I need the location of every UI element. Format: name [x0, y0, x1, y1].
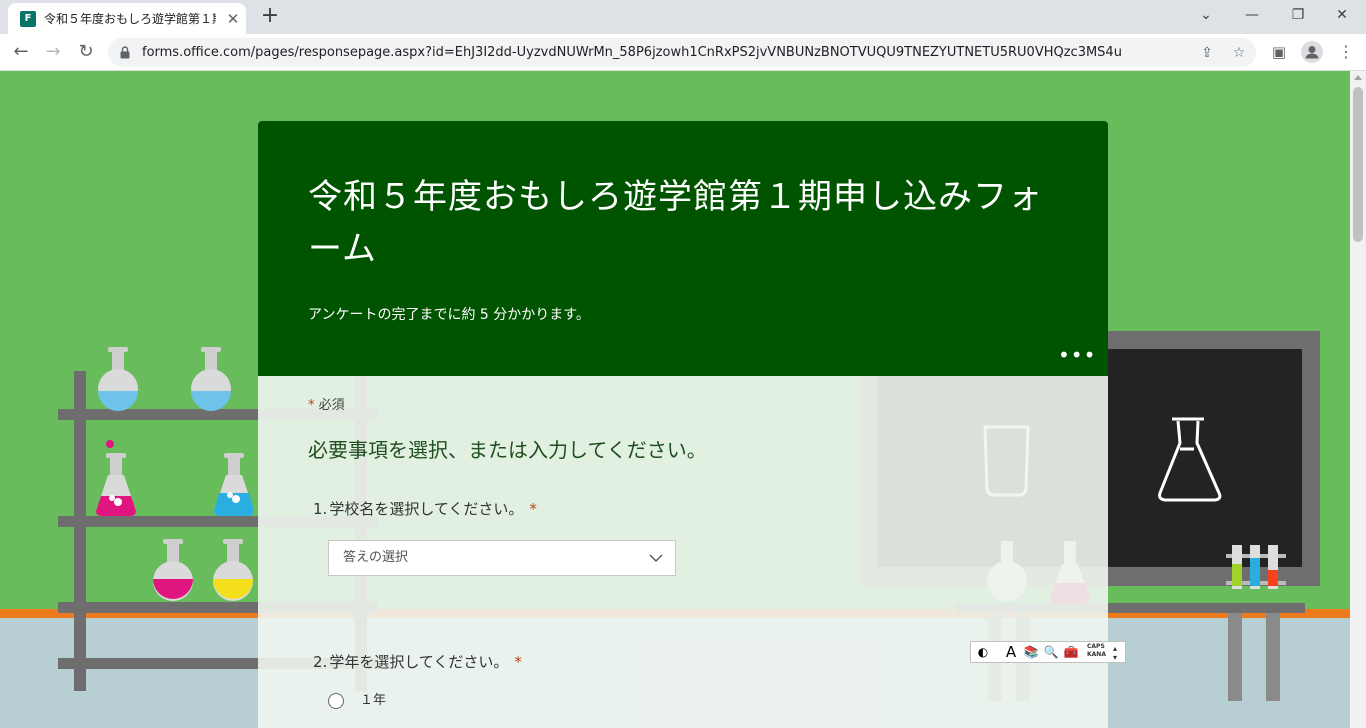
form-body: * 必須 必要事項を選択、または入力してください。 1. 学校名を選択してください… [258, 376, 1108, 728]
required-note-label: 必須 [318, 398, 345, 413]
question-number: 2. [313, 653, 328, 671]
ime-dictionary-icon[interactable]: 📚 [1023, 644, 1039, 660]
share-icon[interactable]: ⇪ [1196, 42, 1218, 64]
close-tab-icon[interactable]: ✕ [224, 10, 242, 28]
avatar[interactable] [1301, 41, 1323, 63]
browser-tab[interactable]: F 令和５年度おもしろ遊学館第１期申し込みフォーム ✕ [8, 3, 246, 34]
tab-search-icon[interactable]: ⌄ [1186, 3, 1226, 27]
browser-menu-icon[interactable]: ⋮ [1336, 40, 1356, 64]
form-title: 令和５年度おもしろ遊学館第１期申し込みフォーム [308, 177, 1043, 269]
page-scrollbar[interactable] [1350, 71, 1366, 728]
required-note: * 必須 [308, 394, 345, 413]
form-instruction: 必要事項を選択、または入力してください。 [308, 438, 707, 462]
tab-strip: F 令和５年度おもしろ遊学館第１期申し込みフォーム ✕ + ⌄ — ❐ ✕ [0, 0, 1366, 34]
chevron-down-icon [649, 554, 663, 562]
browser-toolbar: ← → ↻ forms.office.com/pages/responsepag… [0, 34, 1366, 71]
ime-caps-kana: CAPS KANA [1087, 643, 1106, 659]
form-header: 令和５年度おもしろ遊学館第１期申し込みフォーム アンケートの完了までに約 5 分… [258, 121, 1108, 376]
school-select-dropdown[interactable]: 答えの選択 [328, 540, 676, 576]
ime-toolbar: ◐ A 📚 🔍 🧰 CAPS KANA ▴ ▾ [970, 641, 1126, 663]
side-panel-icon[interactable]: ▣ [1267, 40, 1291, 64]
required-mark: * [529, 500, 537, 518]
new-tab-button[interactable]: + [258, 5, 282, 29]
question-label: 学校名を選択してください。 [329, 500, 524, 518]
back-button[interactable]: ← [8, 39, 34, 65]
ime-pad-icon[interactable]: 🔍 [1043, 644, 1059, 660]
bookmark-star-icon[interactable]: ☆ [1228, 42, 1250, 64]
question-1-title: 1. 学校名を選択してください。 * [313, 498, 537, 519]
question-label: 学年を選択してください。 [329, 653, 509, 671]
ime-input-mode-letter[interactable]: A [1003, 644, 1019, 660]
page-viewport: 令和５年度おもしろ遊学館第１期申し込みフォーム アンケートの完了までに約 5 分… [0, 71, 1350, 728]
question-2-title: 2. 学年を選択してください。 * [313, 651, 522, 672]
radio-button[interactable] [328, 693, 344, 709]
form-subtitle: アンケートの完了までに約 5 分かかります。 [308, 307, 590, 323]
ime-options-icon[interactable]: ▴ ▾ [1113, 644, 1117, 662]
scrollbar-thumb[interactable] [1353, 87, 1363, 242]
radio-label: １年 [360, 693, 387, 708]
restore-button[interactable]: ❐ [1278, 3, 1318, 27]
forms-icon: F [20, 11, 36, 27]
required-star: * [308, 398, 315, 413]
scroll-up-icon[interactable] [1354, 75, 1362, 80]
reload-button[interactable]: ↻ [73, 39, 99, 65]
required-mark: * [514, 653, 522, 671]
ime-mode-icon[interactable]: ◐ [975, 644, 991, 660]
kana-label: KANA [1087, 651, 1106, 658]
url-text: forms.office.com/pages/responsepage.aspx… [142, 45, 1122, 60]
profile-icon [1305, 46, 1319, 59]
close-window-button[interactable]: ✕ [1322, 3, 1362, 27]
more-options-icon[interactable]: ••• [1058, 343, 1095, 367]
ime-tools-icon[interactable]: 🧰 [1063, 644, 1079, 660]
caps-label: CAPS [1087, 643, 1105, 650]
lock-icon [120, 46, 130, 59]
dropdown-placeholder: 答えの選択 [343, 550, 409, 565]
forward-button[interactable]: → [40, 39, 66, 65]
address-bar[interactable]: forms.office.com/pages/responsepage.aspx… [108, 38, 1256, 67]
tab-title: 令和５年度おもしろ遊学館第１期申し込みフォーム [44, 12, 216, 26]
question-number: 1. [313, 500, 328, 518]
minimize-button[interactable]: — [1232, 3, 1272, 27]
